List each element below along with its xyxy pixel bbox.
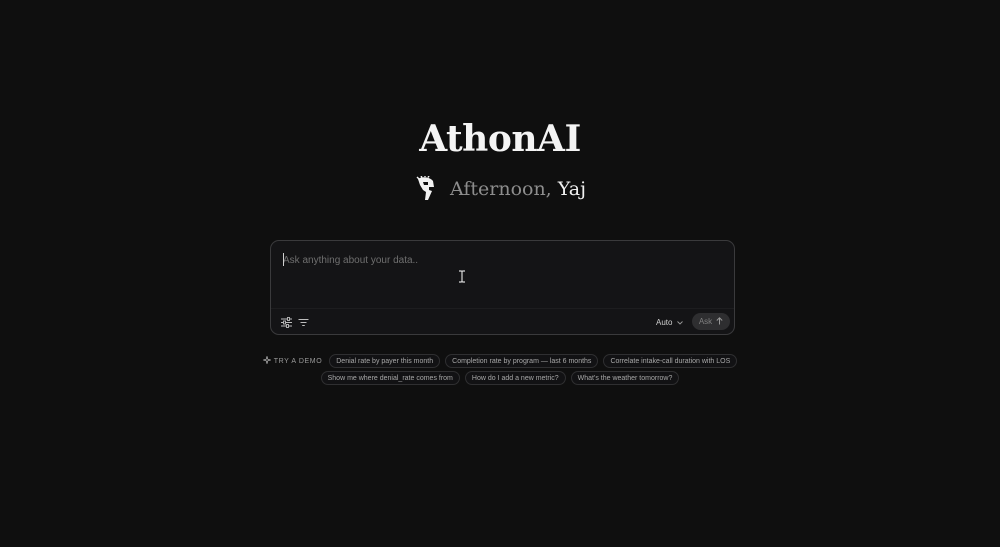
chevron-down-icon (677, 318, 684, 327)
demo-label: TRY A DEMO (261, 355, 323, 366)
demo-chip[interactable]: Show me where denial_rate comes from (320, 371, 460, 385)
app-title: AthonAI (419, 118, 581, 160)
sliders-icon[interactable] (279, 315, 293, 329)
demo-chip[interactable]: Correlate intake-call duration with LOS (603, 354, 738, 368)
mode-selector[interactable]: Auto (656, 315, 684, 329)
sparkle-icon (261, 355, 272, 366)
spartan-helmet-icon (414, 175, 436, 202)
ask-label: Ask (698, 317, 713, 326)
mode-label: Auto (656, 317, 673, 327)
query-input[interactable] (283, 250, 723, 270)
demo-chip[interactable]: What's the weather tomorrow? (570, 371, 680, 385)
demo-row-1: TRY A DEMO Denial rate by payer this mon… (0, 354, 1000, 368)
greeting-time: Afternoon, (449, 178, 552, 200)
demo-row-2: Show me where denial_rate comes from How… (0, 371, 1000, 385)
greeting-name: Yaj (557, 178, 587, 200)
ibeam-cursor-icon (458, 270, 466, 283)
query-composer: Auto Ask (270, 240, 735, 335)
greeting: Afternoon, Yaj (0, 175, 1000, 202)
demo-chip[interactable]: Denial rate by payer this month (329, 354, 441, 368)
page: AthonAI Afternoon, Yaj Ask anything abou… (0, 0, 1000, 547)
composer-divider (271, 308, 734, 309)
text-caret (283, 253, 284, 266)
ask-button[interactable]: Ask (692, 313, 730, 330)
demo-chip[interactable]: How do I add a new metric? (464, 371, 566, 385)
demo-chip[interactable]: Completion rate by program — last 6 mont… (445, 354, 599, 368)
filter-icon[interactable] (296, 315, 310, 329)
demo-label-text: TRY A DEMO (273, 357, 323, 365)
arrow-up-icon (716, 316, 723, 327)
